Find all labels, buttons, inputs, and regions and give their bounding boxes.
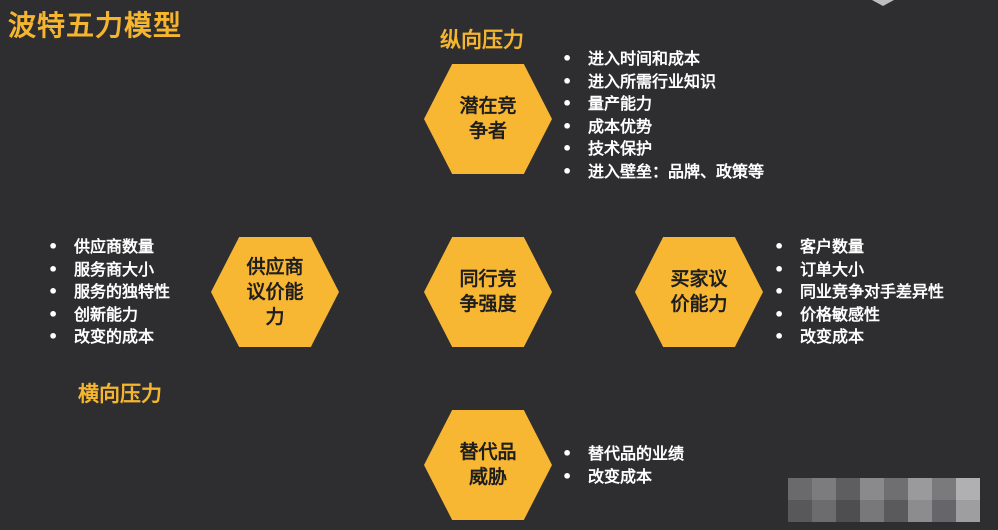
list-item: 进入时间和成本 [562, 48, 764, 71]
list-item: 进入所需行业知识 [562, 71, 764, 94]
substitute-threat-list: 替代品的业绩 改变成本 [562, 443, 684, 488]
list-item: 改变的成本 [48, 326, 170, 349]
list-item: 改变成本 [774, 326, 944, 349]
list-item: 改变成本 [562, 466, 684, 489]
potential-entrants-list: 进入时间和成本 进入所需行业知识 量产能力 成本优势 技术保护 进入壁垒：品牌、… [562, 48, 764, 183]
node-rivalry-line2: 争强度 [459, 293, 517, 315]
dropdown-chevron-icon [872, 0, 894, 6]
list-item: 创新能力 [48, 304, 170, 327]
supplier-power-list: 供应商数量 服务商大小 服务的独特性 创新能力 改变的成本 [48, 236, 170, 349]
list-item: 量产能力 [562, 93, 764, 116]
node-supplier-line1: 供应商 [246, 255, 304, 278]
node-potential-line2: 争者 [468, 120, 507, 142]
page-title: 波特五力模型 [8, 9, 183, 42]
list-item: 供应商数量 [48, 236, 170, 259]
node-supplier-line2: 议价能 [246, 280, 304, 303]
buyer-power-list: 客户数量 订单大小 同业竞争对手差异性 价格敏感性 改变成本 [774, 236, 944, 349]
node-buyer-power: 买家议 价能力 [635, 237, 763, 347]
list-item: 成本优势 [562, 116, 764, 139]
blurred-watermark [788, 478, 980, 522]
node-rivalry-line1: 同行竞 [459, 268, 517, 290]
node-supplier-power: 供应商 议价能 力 [211, 237, 339, 347]
list-item: 进入壁垒：品牌、政策等 [562, 161, 764, 184]
list-item: 同业竞争对手差异性 [774, 281, 944, 304]
vertical-pressure-label: 纵向压力 [440, 28, 524, 52]
node-buyer-line2: 价能力 [670, 293, 728, 315]
node-potential-line1: 潜在竞 [459, 95, 517, 117]
node-substitute-line1: 替代品 [459, 441, 517, 463]
node-substitute-line2: 威胁 [468, 466, 507, 488]
list-item: 客户数量 [774, 236, 944, 259]
node-supplier-line3: 力 [265, 305, 285, 328]
list-item: 技术保护 [562, 138, 764, 161]
horizontal-pressure-label: 横向压力 [78, 382, 162, 406]
list-item: 服务的独特性 [48, 281, 170, 304]
node-industry-rivalry: 同行竞 争强度 [424, 237, 552, 347]
list-item: 服务商大小 [48, 259, 170, 282]
node-substitute-threat: 替代品 威胁 [424, 410, 552, 520]
node-potential-entrants: 潜在竞 争者 [424, 64, 552, 174]
list-item: 价格敏感性 [774, 304, 944, 327]
node-buyer-line1: 买家议 [670, 268, 728, 290]
list-item: 替代品的业绩 [562, 443, 684, 466]
list-item: 订单大小 [774, 259, 944, 282]
